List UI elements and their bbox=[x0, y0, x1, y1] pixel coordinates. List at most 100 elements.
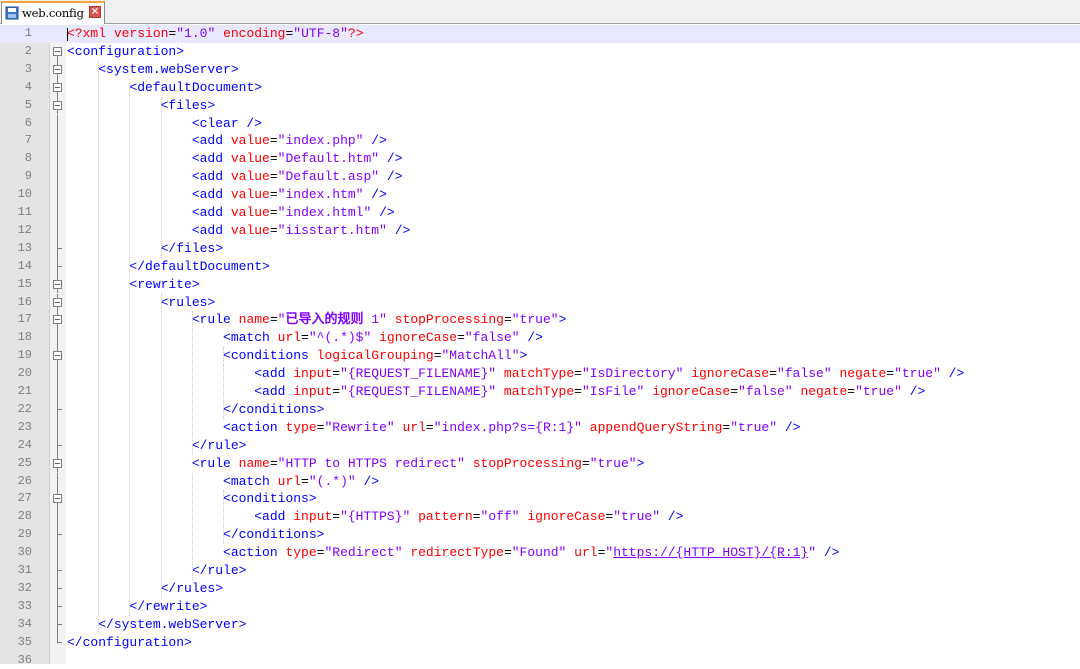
code-token: = bbox=[504, 312, 512, 327]
code-line[interactable]: 5 <files> bbox=[0, 97, 1080, 115]
fold-line bbox=[57, 79, 58, 83]
code-token: negate bbox=[839, 366, 886, 381]
code-token: > bbox=[559, 312, 567, 327]
fold-toggle-icon[interactable] bbox=[53, 83, 62, 92]
code-line[interactable]: 3 <system.webServer> bbox=[0, 61, 1080, 79]
code-token: </conditions> bbox=[223, 527, 324, 542]
code-text: <?xml version="1.0" encoding="UTF-8"?> bbox=[67, 25, 364, 43]
fold-line bbox=[57, 329, 58, 347]
code-line[interactable]: 27 <conditions> bbox=[0, 490, 1080, 508]
fold-toggle-icon[interactable] bbox=[53, 459, 62, 468]
code-token: </defaultDocument> bbox=[129, 259, 269, 274]
close-icon[interactable]: × bbox=[89, 6, 101, 18]
code-line[interactable]: 32 </rules> bbox=[0, 580, 1080, 598]
fold-toggle-icon[interactable] bbox=[53, 280, 62, 289]
code-token: > bbox=[520, 348, 528, 363]
code-token: </system.webServer> bbox=[98, 617, 246, 632]
fold-toggle-icon[interactable] bbox=[53, 351, 62, 360]
code-token: ignoreCase bbox=[652, 384, 730, 399]
code-text: </rule> bbox=[67, 562, 246, 580]
line-number: 3 bbox=[0, 61, 32, 79]
code-text: <add value="iisstart.htm" /> bbox=[67, 222, 410, 240]
fold-line bbox=[57, 347, 58, 351]
indent-guide bbox=[98, 61, 99, 634]
code-token: = bbox=[504, 545, 512, 560]
code-line[interactable]: 34 </system.webServer> bbox=[0, 616, 1080, 634]
code-token: url bbox=[574, 545, 597, 560]
code-text: <match url="^(.*)$" ignoreCase="false" /… bbox=[67, 329, 543, 347]
line-number: 4 bbox=[0, 79, 32, 97]
fold-toggle-icon[interactable] bbox=[53, 65, 62, 74]
code-token: = bbox=[332, 384, 340, 399]
fold-toggle-icon[interactable] bbox=[53, 47, 62, 56]
fold-line bbox=[57, 455, 58, 459]
code-line[interactable]: 33 </rewrite> bbox=[0, 598, 1080, 616]
code-line[interactable]: 12 <add value="iisstart.htm" /> bbox=[0, 222, 1080, 240]
code-token: ignoreCase bbox=[691, 366, 769, 381]
code-line[interactable]: 17 <rule name="已导入的规则 1" stopProcessing=… bbox=[0, 311, 1080, 329]
fold-toggle-icon[interactable] bbox=[53, 494, 62, 503]
code-token: <rule bbox=[192, 456, 239, 471]
code-line[interactable]: 9 <add value="Default.asp" /> bbox=[0, 168, 1080, 186]
code-token: /> bbox=[777, 420, 800, 435]
code-line[interactable]: 22 </conditions> bbox=[0, 401, 1080, 419]
code-line[interactable]: 11 <add value="index.html" /> bbox=[0, 204, 1080, 222]
fold-line bbox=[57, 535, 58, 544]
code-token: "true" bbox=[590, 456, 637, 471]
fold-line bbox=[57, 607, 58, 616]
code-line[interactable]: 29 </conditions> bbox=[0, 526, 1080, 544]
code-line[interactable]: 19 <conditions logicalGrouping="MatchAll… bbox=[0, 347, 1080, 365]
code-token: /> bbox=[379, 169, 402, 184]
code-line[interactable]: 8 <add value="Default.htm" /> bbox=[0, 150, 1080, 168]
code-line[interactable]: 7 <add value="index.php" /> bbox=[0, 132, 1080, 150]
code-token: </configuration> bbox=[67, 635, 192, 650]
code-token: "false" bbox=[738, 384, 793, 399]
code-token: url bbox=[403, 420, 426, 435]
code-line[interactable]: 31 </rule> bbox=[0, 562, 1080, 580]
code-token: negate bbox=[800, 384, 847, 399]
code-line[interactable]: 23 <action type="Rewrite" url="index.php… bbox=[0, 419, 1080, 437]
fold-toggle-icon[interactable] bbox=[53, 315, 62, 324]
code-line[interactable]: 6 <clear /> bbox=[0, 115, 1080, 133]
code-token: = bbox=[270, 133, 278, 148]
code-line[interactable]: 26 <match url="(.*)" /> bbox=[0, 473, 1080, 491]
code-line[interactable]: 36 bbox=[0, 652, 1080, 669]
code-text: </files> bbox=[67, 240, 223, 258]
code-line[interactable]: 13 </files> bbox=[0, 240, 1080, 258]
code-token: </rule> bbox=[192, 563, 247, 578]
fold-toggle-icon[interactable] bbox=[53, 298, 62, 307]
code-token: redirectType bbox=[410, 545, 504, 560]
code-token: <rules> bbox=[161, 295, 216, 310]
code-line[interactable]: 21 <add input="{REQUEST_FILENAME}" match… bbox=[0, 383, 1080, 401]
code-token: = bbox=[769, 366, 777, 381]
code-line[interactable]: 1<?xml version="1.0" encoding="UTF-8"?> bbox=[0, 25, 1080, 43]
code-token: = bbox=[847, 384, 855, 399]
code-token bbox=[67, 62, 98, 77]
code-line[interactable]: 10 <add value="index.htm" /> bbox=[0, 186, 1080, 204]
line-number: 33 bbox=[0, 598, 32, 616]
code-token: = bbox=[332, 509, 340, 524]
code-line[interactable]: 15 <rewrite> bbox=[0, 276, 1080, 294]
code-line[interactable]: 2<configuration> bbox=[0, 43, 1080, 61]
code-line[interactable]: 20 <add input="{REQUEST_FILENAME}" match… bbox=[0, 365, 1080, 383]
tab-web-config[interactable]: web.config × bbox=[1, 1, 105, 24]
code-token bbox=[67, 474, 223, 489]
code-line[interactable]: 30 <action type="Redirect" redirectType=… bbox=[0, 544, 1080, 562]
code-token: = bbox=[434, 348, 442, 363]
fold-toggle-icon[interactable] bbox=[53, 101, 62, 110]
code-line[interactable]: 18 <match url="^(.*)$" ignoreCase="false… bbox=[0, 329, 1080, 347]
code-line[interactable]: 24 </rule> bbox=[0, 437, 1080, 455]
code-line[interactable]: 14 </defaultDocument> bbox=[0, 258, 1080, 276]
code-token bbox=[67, 241, 161, 256]
code-line[interactable]: 28 <add input="{HTTPS}" pattern="off" ig… bbox=[0, 508, 1080, 526]
code-line[interactable]: 4 <defaultDocument> bbox=[0, 79, 1080, 97]
code-line[interactable]: 35</configuration> bbox=[0, 634, 1080, 652]
code-token: <add bbox=[254, 366, 293, 381]
fold-line bbox=[57, 589, 58, 598]
code-line[interactable]: 25 <rule name="HTTP to HTTPS redirect" s… bbox=[0, 455, 1080, 473]
text-caret bbox=[67, 28, 68, 41]
code-text: </rewrite> bbox=[67, 598, 207, 616]
code-editor[interactable]: 1<?xml version="1.0" encoding="UTF-8"?>2… bbox=[0, 25, 1080, 664]
code-token[interactable]: https://{HTTP_HOST}/{R:1} bbox=[613, 545, 808, 560]
code-line[interactable]: 16 <rules> bbox=[0, 294, 1080, 312]
